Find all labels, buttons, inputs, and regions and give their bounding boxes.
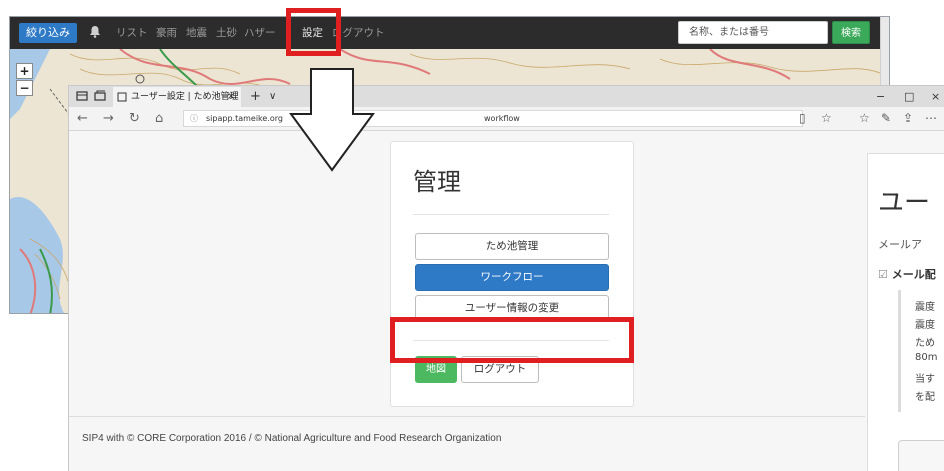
url-host: sipapp.tameike.org [206,114,283,123]
nav-item-hazard[interactable]: ハザー [244,17,276,49]
maximize-icon[interactable]: □ [904,86,914,107]
description-line: 当す [915,374,935,385]
divider [413,214,609,215]
tab-bar: ユーザー設定 | ため池管理 × + ∨ − □ × [69,86,944,107]
new-tab-icon[interactable]: + [250,86,261,107]
share-icon[interactable]: ⇪ [903,110,913,127]
home-icon[interactable]: ⌂ [155,107,163,130]
search-button[interactable]: 検索 [832,21,870,44]
email-delivery-checkbox[interactable]: ☑ メール配 [878,266,936,282]
description-line: ため [915,338,935,349]
nav-item-heavy-rain[interactable]: 豪雨 [156,17,177,49]
nav-item-earthquake[interactable]: 地震 [186,17,207,49]
checkbox-label: メール配 [891,268,936,281]
url-path: workflow [484,114,520,123]
email-label: メールア [878,238,922,251]
down-arrow-icon [289,68,375,172]
more-icon[interactable]: ⋯ [925,110,937,127]
nav-item-list[interactable]: リスト [116,17,148,49]
zoom-in-button[interactable]: + [16,63,33,79]
highlight-settings-box [286,8,341,56]
description-line: を配 [915,392,935,403]
favorite-star-icon[interactable]: ☆ [821,110,832,127]
address-bar-row: ← → ↻ ⌂ ⓘ sipapp.tameike.org workflow ▯ … [69,107,944,131]
back-icon[interactable]: ← [77,107,88,130]
info-icon[interactable]: ⓘ [190,111,198,126]
minimize-icon[interactable]: − [876,86,885,107]
tabs-aside-icon[interactable] [93,89,107,103]
screenshot-composite: 絞り込み リスト 豪雨 地震 土砂 ハザー 設定 ログアウト 名称、または番号 … [0,0,944,471]
refresh-icon[interactable]: ↻ [129,107,140,130]
description-line: 80m [915,352,938,363]
tab-title: ユーザー設定 | ため池管理 [131,92,239,102]
pond-management-button[interactable]: ため池管理 [415,233,609,260]
tab-list-icon[interactable]: ∨ [269,86,276,107]
tab-close-icon[interactable]: × [227,86,235,107]
favorites-hub-icon[interactable]: ☆ [859,110,870,127]
forward-icon[interactable]: → [103,107,114,130]
user-settings-panel: ユー メールア ☑ メール配 震度 震度 ため 80m 当す を配 [867,153,944,471]
close-window-icon[interactable]: × [931,86,940,107]
page-icon [117,92,127,102]
checkbox-icon[interactable]: ☑ [878,268,888,281]
footer-divider [69,416,865,417]
page-content: 管理 ため池管理 ワークフロー ユーザー情報の変更 地図 ログアウト SIP4 … [69,131,944,471]
url-input[interactable]: ⓘ sipapp.tameike.org workflow [183,110,803,127]
workflow-button[interactable]: ワークフロー [415,264,609,291]
notification-description: 震度 震度 ため 80m 当す を配 [898,290,944,412]
highlight-user-info-box [390,317,634,363]
description-line: 震度 [915,320,935,331]
nav-item-landslide[interactable]: 土砂 [216,17,237,49]
pen-icon[interactable]: ✎ [881,110,891,127]
search-input[interactable]: 名称、または番号 [678,21,828,44]
bell-icon[interactable] [88,25,102,39]
tab-user-settings[interactable]: ユーザー設定 | ため池管理 [113,87,241,107]
zoom-out-button[interactable]: − [16,80,33,96]
settings-title: ユー [878,188,931,218]
tab-groups-icon[interactable] [75,89,89,103]
browser-window: ユーザー設定 | ため池管理 × + ∨ − □ × ← → ↻ ⌂ ⓘ sip… [68,85,944,471]
top-navbar: 絞り込み リスト 豪雨 地震 土砂 ハザー 設定 ログアウト 名称、または番号 … [10,17,889,49]
admin-panel: 管理 ため池管理 ワークフロー ユーザー情報の変更 地図 ログアウト [390,141,634,407]
footer-copyright: SIP4 with © CORE Corporation 2016 / © Na… [82,433,502,444]
reading-view-icon[interactable]: ▯ [799,110,806,127]
filter-button[interactable]: 絞り込み [19,23,77,43]
description-line: 震度 [915,302,935,313]
bottom-box [898,440,944,471]
panel-title: 管理 [413,168,461,196]
